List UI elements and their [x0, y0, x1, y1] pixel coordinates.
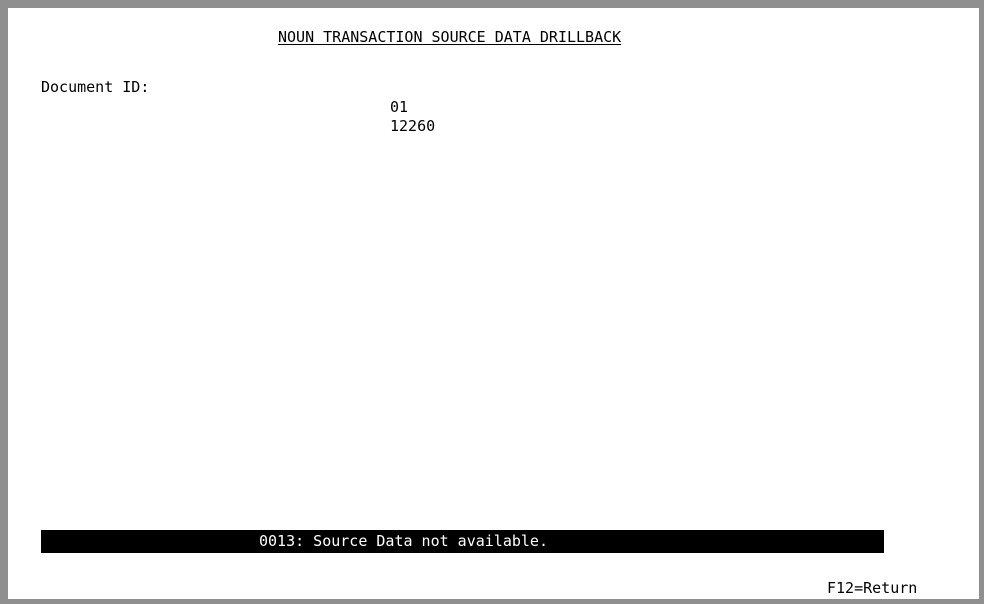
- document-id-label: Document ID:: [41, 78, 150, 96]
- document-id-value-1: 01: [390, 98, 409, 116]
- error-message: 0013: Source Data not available.: [259, 532, 548, 550]
- terminal-screen: NOUN TRANSACTION SOURCE DATA DRILLBACK D…: [0, 0, 984, 604]
- f12-return-key[interactable]: F12=Return: [827, 579, 917, 597]
- message-bar: 0013: Source Data not available.: [41, 530, 884, 553]
- screen-title: NOUN TRANSACTION SOURCE DATA DRILLBACK: [278, 28, 622, 46]
- document-id-value-2: 12260: [390, 117, 436, 135]
